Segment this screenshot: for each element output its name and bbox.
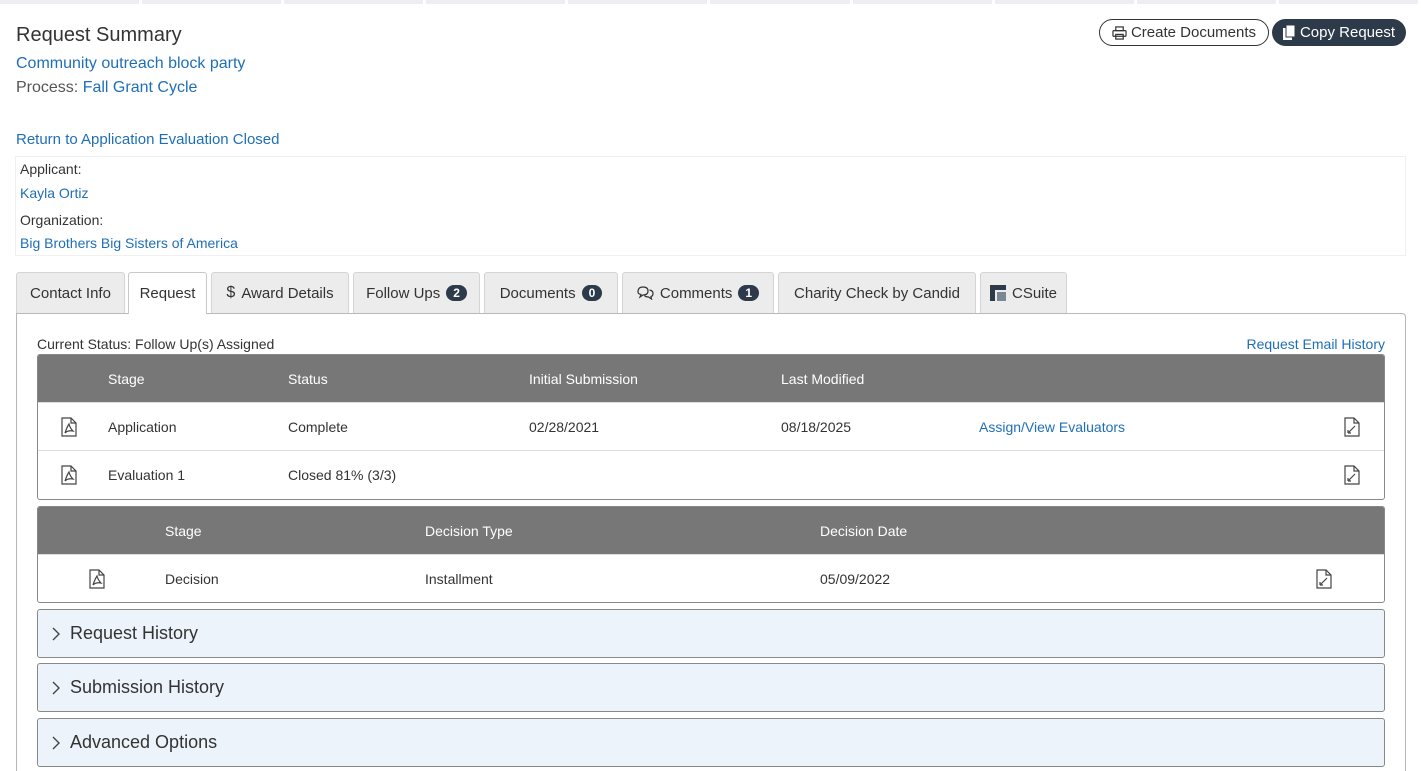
column-header: Status	[288, 370, 328, 387]
edit-document-icon[interactable]	[1343, 464, 1361, 486]
comments-count-badge: 1	[738, 285, 760, 301]
copy-request-button[interactable]: Copy Request	[1272, 19, 1406, 46]
stage-cell: Application	[108, 418, 177, 435]
printer-icon	[1112, 25, 1127, 40]
request-name-link[interactable]: Community outreach block party	[16, 55, 245, 73]
tab-contact-info[interactable]: Contact Info	[16, 272, 125, 313]
table-row: Application Complete 02/28/2021 08/18/20…	[38, 402, 1384, 450]
status-cell: Complete	[288, 418, 348, 435]
chevron-right-icon	[52, 681, 60, 694]
submission-history-section[interactable]: Submission History	[37, 663, 1385, 712]
tab-follow-ups[interactable]: Follow Ups 2	[353, 272, 480, 313]
page-title: Request Summary	[16, 24, 182, 46]
comments-icon	[637, 286, 654, 300]
decision-date-cell: 05/09/2022	[820, 570, 891, 587]
tab-label: Documents	[499, 284, 576, 302]
request-history-section[interactable]: Request History	[37, 609, 1385, 658]
tab-label: CSuite	[1011, 284, 1058, 302]
decision-type-cell: Installment	[425, 570, 493, 587]
edit-document-icon[interactable]	[1343, 416, 1361, 438]
documents-count-badge: 0	[581, 285, 603, 301]
dollar-icon: $	[226, 284, 236, 301]
tab-csuite[interactable]: CSuite	[980, 272, 1067, 313]
column-header: Stage	[165, 522, 202, 539]
return-link[interactable]: Return to Application Evaluation Closed	[16, 131, 280, 148]
decision-table: Stage Decision Type Decision Date Decisi…	[37, 506, 1385, 603]
column-header: Stage	[108, 370, 145, 387]
tab-comments[interactable]: Comments 1	[622, 272, 774, 313]
column-header: Initial Submission	[529, 370, 638, 387]
tab-charity-check[interactable]: Charity Check by Candid	[778, 272, 976, 313]
stage-cell: Evaluation 1	[108, 466, 186, 483]
status-cell: Closed 81% (3/3)	[288, 466, 397, 483]
applicant-label: Applicant:	[20, 161, 82, 177]
decision-table-header: Stage Decision Type Decision Date	[38, 507, 1384, 554]
pdf-icon[interactable]	[88, 568, 106, 590]
copy-request-label: Copy Request	[1299, 24, 1396, 41]
tab-label: Contact Info	[30, 284, 111, 302]
table-row: Decision Installment 05/09/2022	[38, 554, 1384, 602]
process-line: Process: Fall Grant Cycle	[16, 79, 197, 97]
pdf-icon[interactable]	[60, 464, 78, 486]
tab-request[interactable]: Request	[128, 272, 207, 314]
last-modified-cell: 08/18/2025	[781, 418, 852, 435]
section-title: Submission History	[70, 677, 225, 697]
tab-documents[interactable]: Documents 0	[484, 272, 618, 313]
organization-name-link[interactable]: Big Brothers Big Sisters of America	[20, 235, 238, 251]
section-title: Request History	[70, 623, 199, 643]
process-name-link[interactable]: Fall Grant Cycle	[83, 79, 198, 96]
edit-document-icon[interactable]	[1315, 568, 1333, 590]
pdf-icon[interactable]	[60, 416, 78, 438]
advanced-options-section[interactable]: Advanced Options	[37, 718, 1385, 767]
stage-cell: Decision	[165, 570, 219, 587]
section-title: Advanced Options	[70, 732, 218, 752]
table-row: Evaluation 1 Closed 81% (3/3)	[38, 450, 1384, 498]
csuite-logo-icon	[989, 285, 1006, 301]
create-documents-button[interactable]: Create Documents	[1099, 19, 1269, 46]
column-header: Decision Date	[820, 522, 908, 539]
tab-label: Charity Check by Candid	[794, 284, 960, 302]
copy-icon	[1282, 25, 1296, 40]
assign-view-evaluators-link[interactable]: Assign/View Evaluators	[979, 419, 1125, 435]
applicant-name-link[interactable]: Kayla Ortiz	[20, 185, 88, 201]
tab-label: Comments	[659, 284, 733, 302]
column-header: Decision Type	[425, 522, 513, 539]
tab-label: Follow Ups	[366, 284, 441, 302]
top-tab-strip	[0, 0, 1421, 4]
stages-table-header: Stage Status Initial Submission Last Mod…	[38, 355, 1384, 402]
request-tab-panel: Current Status: Follow Up(s) Assigned Re…	[16, 313, 1406, 771]
organization-label: Organization:	[20, 212, 104, 228]
stages-table: Stage Status Initial Submission Last Mod…	[37, 354, 1385, 500]
chevron-right-icon	[52, 736, 60, 749]
current-status: Current Status: Follow Up(s) Assigned	[37, 336, 275, 352]
column-header: Last Modified	[781, 370, 865, 387]
tab-label: Award Details	[241, 284, 334, 302]
applicant-info-box: Applicant: Kayla Ortiz Organization: Big…	[15, 156, 1406, 256]
request-email-history-link[interactable]: Request Email History	[1247, 336, 1386, 352]
tab-award-details[interactable]: $ Award Details	[211, 272, 349, 313]
initial-submission-cell: 02/28/2021	[529, 418, 600, 435]
tab-label: Request	[139, 285, 196, 302]
follow-ups-count-badge: 2	[446, 285, 467, 301]
create-documents-label: Create Documents	[1130, 24, 1257, 41]
chevron-right-icon	[52, 627, 60, 640]
process-label: Process:	[16, 79, 79, 96]
